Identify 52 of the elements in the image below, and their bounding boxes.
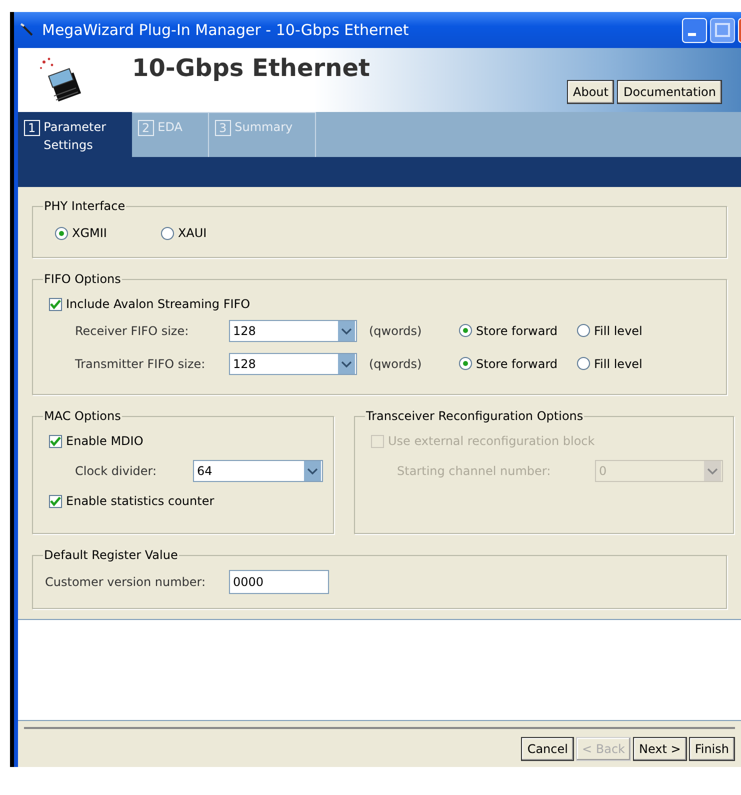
- checkbox[interactable]: [49, 298, 62, 310]
- group-title: PHY Interface: [43, 199, 126, 213]
- tab-label: Summary: [234, 119, 293, 136]
- tab-number: 2: [138, 120, 154, 136]
- radio-label: Store forward: [476, 324, 558, 338]
- dropdown-field[interactable]: 64: [193, 460, 323, 482]
- dropdown-field[interactable]: 128: [229, 320, 357, 342]
- wizard-title: 10-Gbps Ethernet: [132, 54, 371, 82]
- checkbox[interactable]: [49, 434, 62, 448]
- tab-number: 1: [24, 120, 40, 136]
- tab-number: 3: [215, 120, 231, 136]
- group-title: Transceiver Reconfiguration Options: [365, 409, 584, 423]
- radio-label: XGMII: [72, 226, 107, 240]
- radio-button[interactable]: [577, 357, 590, 370]
- tab[interactable]: 1 Parameter Settings: [18, 112, 132, 157]
- tab-label: EDA: [158, 119, 182, 136]
- unit-label: (qwords): [369, 356, 423, 370]
- field-label: Customer version number:: [44, 575, 207, 589]
- field-label: Clock divider:: [75, 464, 158, 478]
- radio-button[interactable]: [577, 324, 590, 337]
- radio-label: XAUI: [178, 226, 207, 240]
- radio-button[interactable]: [160, 226, 174, 240]
- checkbox-label: Enable MDIO: [66, 434, 144, 448]
- group-title: MAC Options: [43, 409, 122, 423]
- wand-icon: [20, 23, 34, 37]
- radio-button[interactable]: [459, 324, 472, 337]
- radio-button[interactable]: [459, 357, 472, 370]
- text-field[interactable]: 0000: [229, 570, 329, 594]
- field-label: Starting channel number:: [397, 464, 552, 478]
- tab-label: Parameter Settings: [44, 119, 108, 154]
- radio-label: Fill level: [594, 356, 642, 370]
- field-label: Transmitter FIFO size:: [75, 356, 206, 370]
- checkbox-label: Include Avalon Streaming FIFO: [66, 297, 250, 311]
- window-title: MegaWizard Plug-In Manager - 10-Gbps Ethernet: [42, 21, 410, 39]
- group-title: Default Register Value: [43, 548, 179, 562]
- radio-label: Fill level: [594, 324, 642, 338]
- field-label: Receiver FIFO size:: [75, 324, 190, 338]
- radio-label: Store forward: [476, 356, 558, 370]
- checkbox-label: Enable statistics counter: [66, 494, 214, 508]
- header-button[interactable]: About: [567, 80, 614, 104]
- wizard-button[interactable]: Next >: [633, 737, 687, 761]
- checkbox[interactable]: [49, 494, 62, 508]
- radio-button[interactable]: [55, 226, 68, 240]
- header-button[interactable]: Documentation: [617, 80, 722, 104]
- maximize-button[interactable]: [710, 18, 735, 42]
- dropdown-field[interactable]: 128: [229, 352, 357, 374]
- group-title: FIFO Options: [43, 272, 122, 286]
- minimize-button[interactable]: [682, 18, 707, 42]
- wizard-button[interactable]: Cancel: [521, 737, 574, 761]
- wizard-button[interactable]: Finish: [688, 737, 735, 761]
- unit-label: (qwords): [369, 324, 423, 338]
- checkbox-label: Use external reconfiguration block: [388, 434, 595, 448]
